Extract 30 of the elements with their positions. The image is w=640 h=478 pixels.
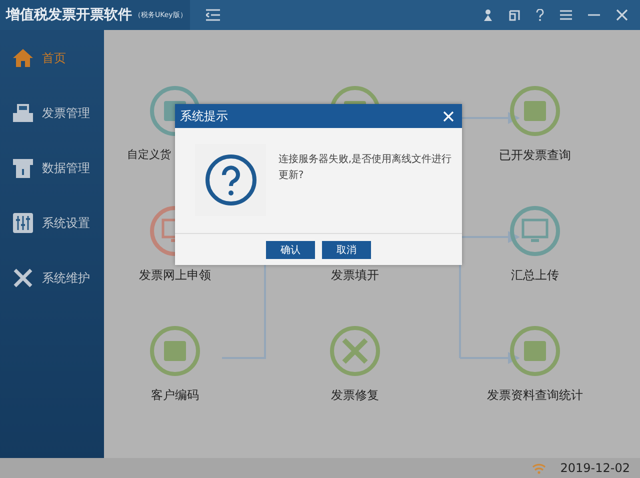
sidebar-item[interactable]: 系统设置 — [0, 211, 104, 235]
sliders-icon — [12, 212, 34, 234]
dialog-button[interactable]: 确认 — [266, 240, 315, 258]
arrow — [460, 352, 520, 364]
help-icon[interactable] — [536, 9, 544, 21]
wifi-icon — [532, 462, 546, 474]
dialog-title: 系统提示 — [180, 108, 228, 124]
tile-label[interactable]: 已开发票查询 — [499, 147, 571, 163]
tile-label[interactable]: 发票网上申领 — [139, 267, 211, 283]
sidebar-item[interactable]: 数据管理 — [0, 156, 104, 180]
close-icon[interactable] — [616, 9, 628, 21]
printer-icon — [12, 102, 34, 124]
dialog-button[interactable]: 取消 — [322, 240, 371, 258]
question-icon — [204, 154, 257, 206]
user-icon[interactable] — [483, 9, 493, 21]
sidebar-item[interactable]: 发票管理 — [0, 101, 104, 125]
menu-collapse-icon[interactable] — [206, 9, 220, 21]
window-icon[interactable] — [509, 10, 520, 20]
window-title: 增值税发票开票软件 — [6, 6, 132, 24]
status-date: 2019-12-02 — [560, 461, 630, 475]
tile-label[interactable]: 发票填开 — [331, 267, 379, 283]
sidebar-item[interactable]: 系统维护 — [0, 266, 104, 290]
dialog-message: 连接服务器失败,是否使用离线文件进行更新? — [278, 152, 453, 183]
tile-label[interactable]: 自定义货 — [127, 147, 171, 163]
tile-label[interactable]: 客户编码 — [151, 387, 199, 403]
tile-label[interactable]: 汇总上传 — [511, 267, 559, 283]
tile-label[interactable]: 发票修复 — [331, 387, 379, 403]
tile-label[interactable]: 发票资料查询统计 — [487, 387, 583, 403]
menu-icon[interactable] — [560, 10, 572, 20]
home-icon — [12, 47, 34, 69]
